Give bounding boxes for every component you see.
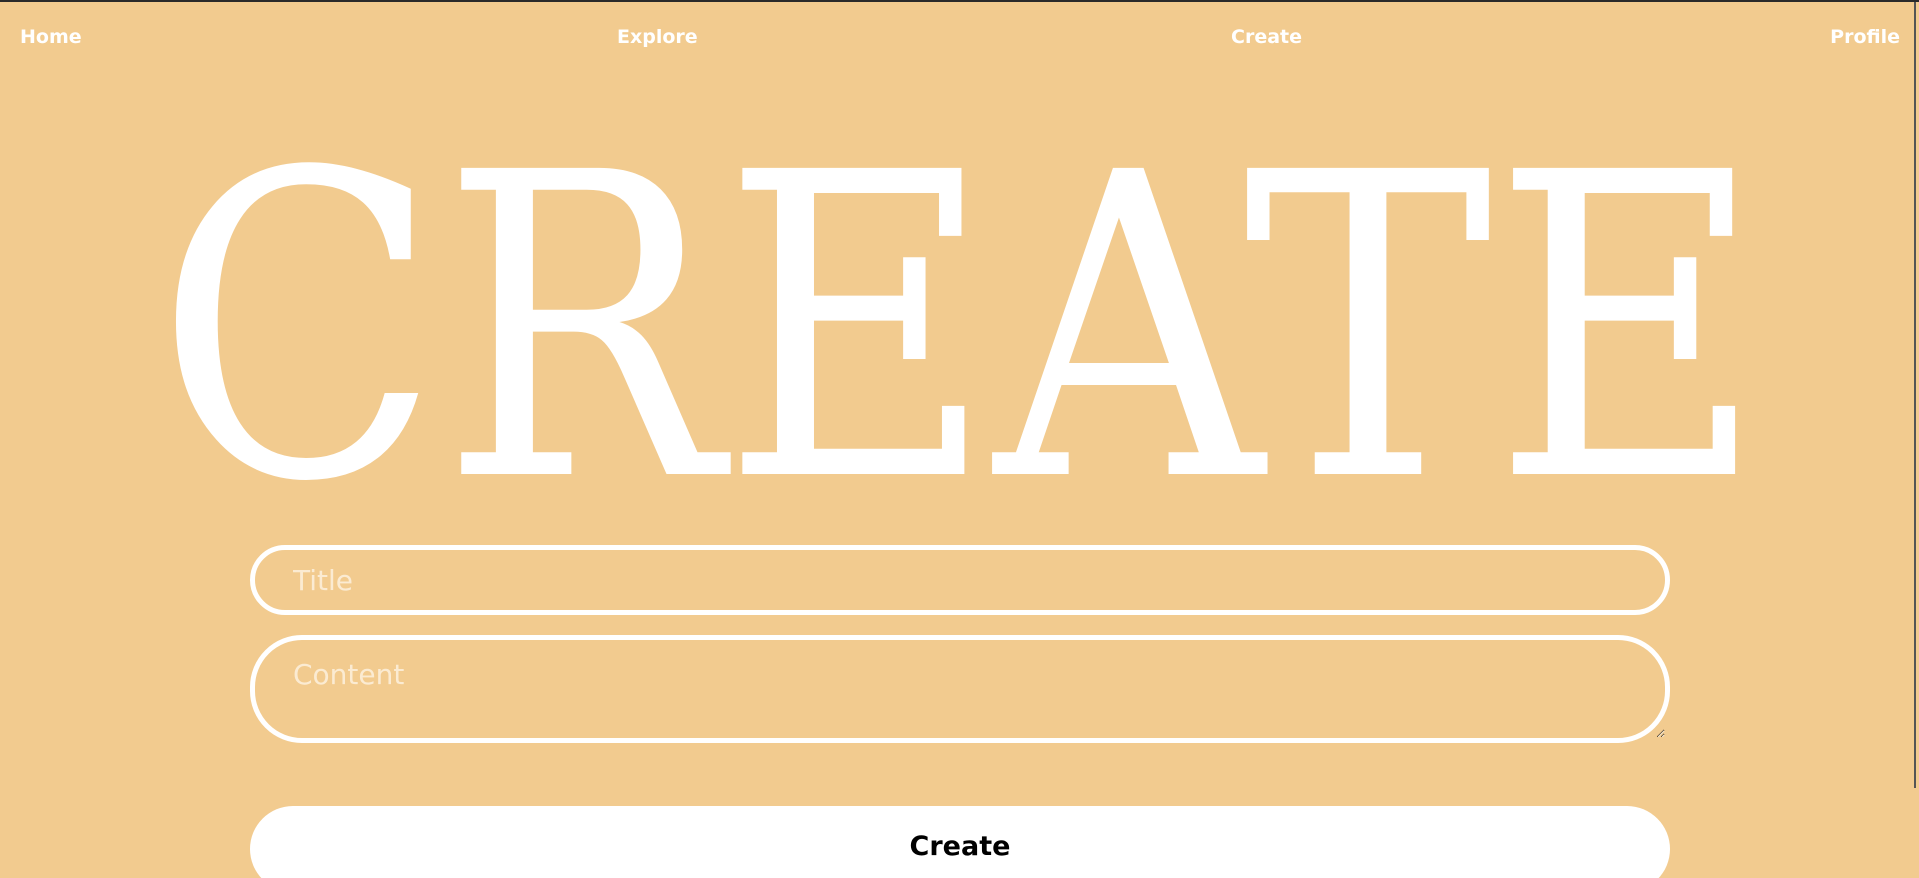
nav-create-link[interactable]: Create [1231, 26, 1302, 48]
title-input[interactable] [250, 545, 1670, 615]
nav-explore-link[interactable]: Explore [617, 26, 698, 48]
top-navigation: Home Explore Create Profile [20, 26, 1900, 52]
nav-profile-link[interactable]: Profile [1830, 26, 1900, 48]
create-post-form: Create [250, 545, 1670, 878]
hero-banner: CREATE [0, 142, 1919, 482]
page-title: CREATE [155, 142, 1765, 482]
create-button[interactable]: Create [250, 806, 1670, 878]
hero-title-graphic: CREATE [155, 142, 1765, 482]
nav-home-link[interactable]: Home [20, 26, 82, 48]
content-textarea[interactable] [250, 635, 1670, 743]
